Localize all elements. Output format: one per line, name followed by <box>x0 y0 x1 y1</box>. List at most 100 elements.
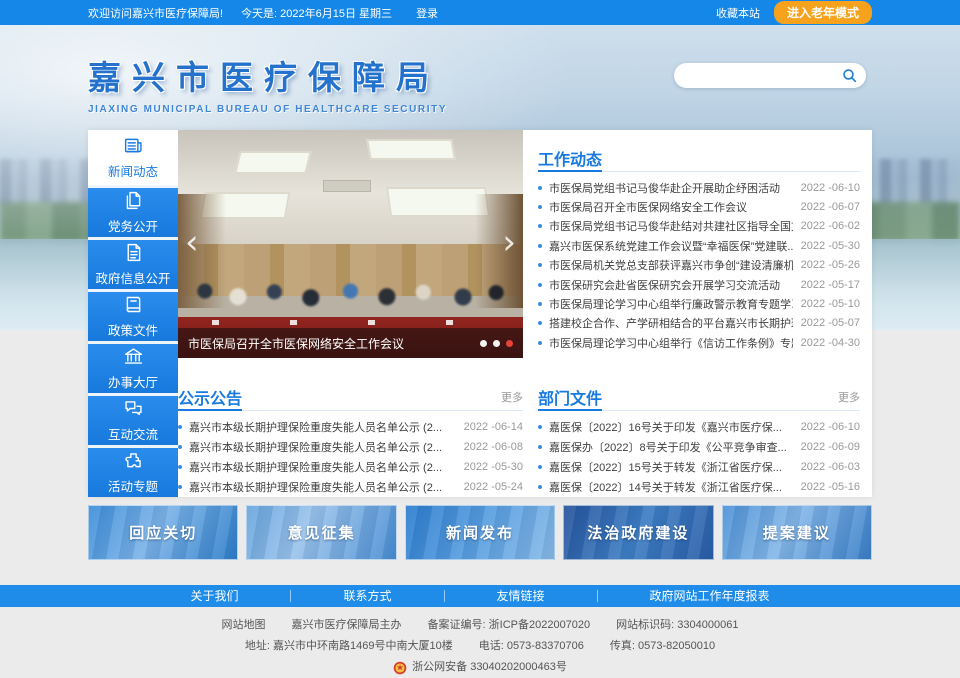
carousel-caption[interactable]: 市医保局召开全市医保网络安全工作会议 <box>188 335 480 352</box>
document-icon <box>123 242 144 263</box>
news-date: 2022 -06-02 <box>801 220 860 232</box>
sitemap-link[interactable]: 网站地图 <box>222 615 266 636</box>
footer-nav-annual-report[interactable]: 政府网站工作年度报表 <box>598 590 822 602</box>
section-title: 部门文件 <box>538 383 602 410</box>
news-link[interactable]: 市医保局党组书记马俊华赴结对共建社区指导全国文... <box>549 218 793 234</box>
news-date: 2022 -05-17 <box>801 279 860 291</box>
news-link[interactable]: 嘉兴市医保系统党建工作会议暨“幸福医保”党建联... <box>549 238 793 254</box>
bullet-icon <box>178 465 182 469</box>
news-link[interactable]: 嘉兴市本级长期护理保险重度失能人员名单公示 (2... <box>189 479 456 495</box>
list-item: 嘉兴市本级长期护理保险重度失能人员名单公示 (2...2022 -05-30 <box>178 457 523 477</box>
sidebar-item-party-affairs[interactable]: 党务公开 <box>88 188 178 237</box>
work-news-list: 市医保局党组书记马俊华赴企开展助企纾困活动 2022 -06-10 市医保局召开全… <box>538 178 860 353</box>
news-link[interactable]: 市医保研究会赴省医保研究会开展学习交流活动 <box>549 277 793 293</box>
news-link[interactable]: 市医保局理论学习中心组举行廉政警示教育专题学习... <box>549 296 793 312</box>
list-item: 市医保局召开全市医保网络安全工作会议2022 -06-07 <box>538 197 860 216</box>
list-item: 市医保局机关党总支部获评嘉兴市争创“建设清廉机...2022 -05-26 <box>538 256 860 275</box>
news-link[interactable]: 嘉医保〔2022〕16号关于印发《嘉兴市医疗保... <box>549 419 793 435</box>
news-link[interactable]: 嘉兴市本级长期护理保险重度失能人员名单公示 (2... <box>189 439 456 455</box>
news-date: 2022 -06-14 <box>464 421 523 433</box>
list-item: 市医保局党组书记马俊华赴企开展助企纾困活动 2022 -06-10 <box>538 178 860 197</box>
bullet-icon <box>178 445 182 449</box>
carousel-dot-active[interactable] <box>506 340 513 347</box>
topbar-date: 今天是: 2022年6月15日 星期三 <box>241 5 392 21</box>
news-date: 2022 -06-10 <box>801 421 860 433</box>
phone-text: 电话: 0573-83370706 <box>479 636 584 657</box>
search-box[interactable] <box>674 63 866 88</box>
news-link[interactable]: 市医保局召开全市医保网络安全工作会议 <box>549 199 793 215</box>
news-link[interactable]: 嘉兴市本级长期护理保险重度失能人员名单公示 (2... <box>189 459 456 475</box>
fax-text: 传真: 0573-82050010 <box>610 636 715 657</box>
sidebar-item-label: 党务公开 <box>108 216 158 235</box>
news-link[interactable]: 嘉医保〔2022〕15号关于转发《浙江省医疗保... <box>549 459 793 475</box>
banner-link-proposals[interactable]: 提案建议 <box>722 505 872 560</box>
bullet-icon <box>538 302 542 306</box>
sidebar-item-gov-info[interactable]: 政府信息公开 <box>88 240 178 289</box>
news-link[interactable]: 嘉医保〔2022〕14号关于转发《浙江省医疗保... <box>549 479 793 495</box>
footer-nav-about[interactable]: 关于我们 <box>138 590 291 602</box>
search-button[interactable] <box>842 68 857 83</box>
banner-link-news-release[interactable]: 新闻发布 <box>405 505 555 560</box>
announcements-list: 嘉兴市本级长期护理保险重度失能人员名单公示 (2... 2022 -06-14 嘉… <box>178 417 523 497</box>
footer-nav-links[interactable]: 友情链接 <box>445 590 598 602</box>
sidebar-item-label: 新闻动态 <box>108 161 158 180</box>
news-date: 2022 -05-24 <box>464 481 523 493</box>
sidebar-item-label: 活动专题 <box>108 476 158 495</box>
list-item: 市医保研究会赴省医保研究会开展学习交流活动 2022 -05-17 <box>538 275 860 294</box>
news-carousel[interactable]: ‹ › 市医保局召开全市医保网络安全工作会议 <box>178 130 523 358</box>
search-input[interactable] <box>687 69 842 83</box>
section-title: 公示公告 <box>178 383 242 410</box>
elder-mode-button[interactable]: 进入老年模式 <box>774 1 872 24</box>
chat-icon <box>123 398 144 419</box>
more-link[interactable]: 更多 <box>501 389 523 405</box>
police-record-text: 浙公网安备 33040202000463号 <box>412 657 567 678</box>
list-item: 市医保局理论学习中心组举行廉政警示教育专题学习...2022 -05-10 <box>538 294 860 313</box>
documents-icon <box>123 190 144 211</box>
site-subtitle: JIAXING MUNICIPAL BUREAU OF HEALTHCARE S… <box>88 104 447 115</box>
news-link[interactable]: 嘉兴市本级长期护理保险重度失能人员名单公示 (2... <box>189 419 456 435</box>
news-link[interactable]: 嘉医保办〔2022〕8号关于印发《公平竞争审查... <box>549 439 793 455</box>
site-logo: 嘉兴市医疗保障局 JIAXING MUNICIPAL BUREAU OF HEA… <box>88 51 447 115</box>
site-title: 嘉兴市医疗保障局 <box>88 51 447 99</box>
carousel-prev-button[interactable]: ‹ <box>185 225 199 259</box>
bullet-icon <box>538 283 542 287</box>
list-item: 市医保局党组书记马俊华赴结对共建社区指导全国文... 2022 -06-02 <box>538 217 860 236</box>
news-link[interactable]: 搭建校企合作、产学研相结合的平台嘉兴市长期护理... <box>549 315 793 331</box>
news-link[interactable]: 市医保局理论学习中心组举行《信访工作条例》专题... <box>549 335 793 351</box>
favorite-link[interactable]: 收藏本站 <box>716 5 760 21</box>
icp-text: 备案证编号: 浙ICP备2022007020 <box>428 615 591 636</box>
sidebar-item-activities[interactable]: 活动专题 <box>88 448 178 497</box>
list-item: 搭建校企合作、产学研相结合的平台嘉兴市长期护理...2022 -05-07 <box>538 314 860 333</box>
banner-link-respond-concerns[interactable]: 回应关切 <box>88 505 238 560</box>
bullet-icon <box>538 425 542 429</box>
documents-list: 嘉医保〔2022〕16号关于印发《嘉兴市医疗保... 2022 -06-10 嘉医… <box>538 417 860 497</box>
carousel-dot[interactable] <box>493 340 500 347</box>
news-link[interactable]: 市医保局机关党总支部获评嘉兴市争创“建设清廉机... <box>549 257 793 273</box>
section-documents: 部门文件 更多 嘉医保〔2022〕16号关于印发《嘉兴市医疗保... 2022 -… <box>538 383 860 497</box>
footer-nav-contact[interactable]: 联系方式 <box>291 590 444 602</box>
organizer-text: 嘉兴市医疗保障局主办 <box>292 615 402 636</box>
more-link[interactable]: 更多 <box>838 389 860 405</box>
sidebar-item-interaction[interactable]: 互动交流 <box>88 396 178 445</box>
sidebar-item-news[interactable]: 新闻动态 <box>88 130 178 185</box>
banner-link-opinion-collection[interactable]: 意见征集 <box>246 505 396 560</box>
sidebar-item-service-hall[interactable]: 办事大厅 <box>88 344 178 393</box>
carousel-next-button[interactable]: › <box>502 225 516 259</box>
login-link[interactable]: 登录 <box>416 5 438 21</box>
sidebar-item-policy-files[interactable]: 政策文件 <box>88 292 178 341</box>
news-link[interactable]: 市医保局党组书记马俊华赴企开展助企纾困活动 <box>549 180 793 196</box>
footer-nav: 关于我们 联系方式 友情链接 政府网站工作年度报表 <box>0 585 960 607</box>
news-date: 2022 -06-09 <box>801 441 860 453</box>
bullet-icon <box>538 224 542 228</box>
sidebar-item-label: 政策文件 <box>108 320 158 339</box>
list-item: 嘉医保〔2022〕16号关于印发《嘉兴市医疗保... 2022 -06-10 <box>538 417 860 437</box>
list-item: 嘉医保〔2022〕14号关于转发《浙江省医疗保...2022 -05-16 <box>538 477 860 497</box>
bullet-icon <box>538 485 542 489</box>
news-date: 2022 -06-10 <box>801 182 860 194</box>
bullet-icon <box>538 263 542 267</box>
news-date: 2022 -06-03 <box>801 461 860 473</box>
banner-link-rule-of-law[interactable]: 法治政府建设 <box>563 505 713 560</box>
news-date: 2022 -06-08 <box>464 441 523 453</box>
police-record-link[interactable]: 浙公网安备 33040202000463号 <box>393 657 567 678</box>
carousel-dot[interactable] <box>480 340 487 347</box>
